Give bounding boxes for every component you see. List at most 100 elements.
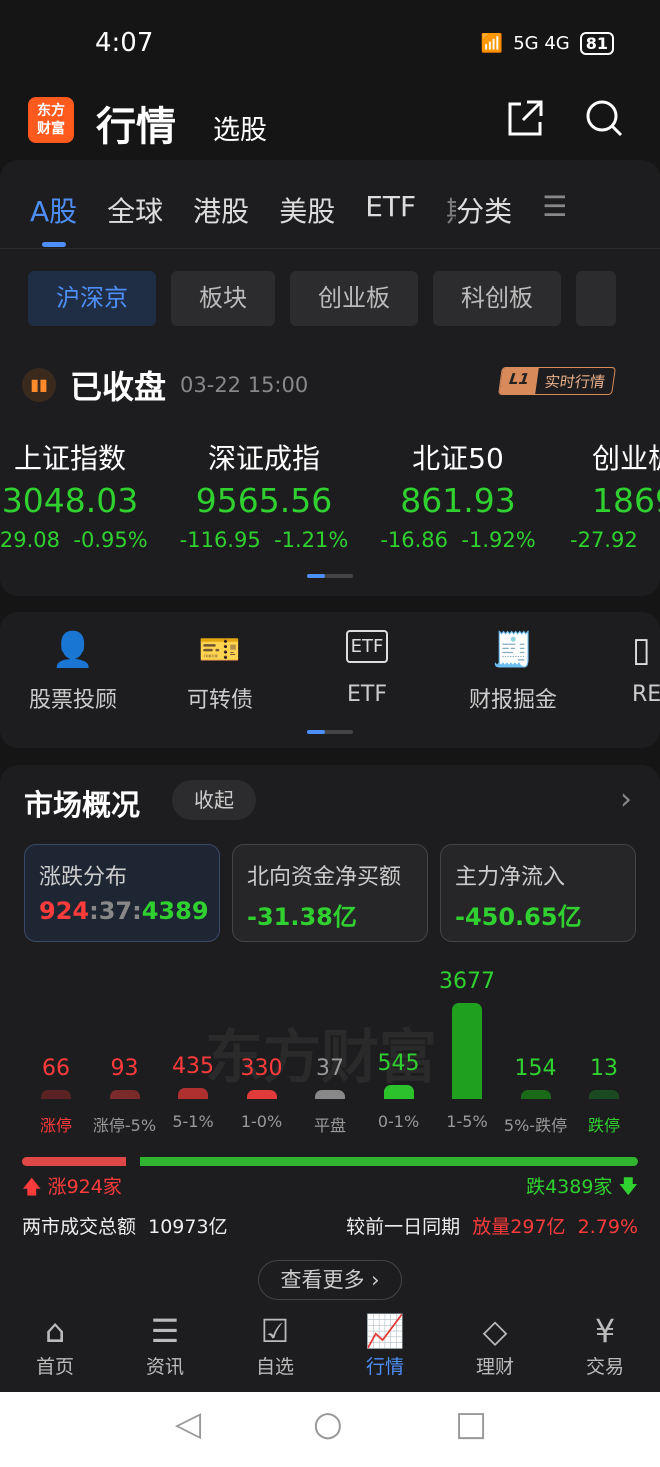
tool-etf[interactable]: ETF ETF [297, 630, 437, 707]
realtime-badge[interactable]: L1 实时行情 [498, 367, 616, 395]
status-label: 已收盘 [70, 368, 167, 406]
tool-convertible[interactable]: 🎫 可转债 [150, 630, 290, 714]
nav-watchlist[interactable]: ☑ 自选 [220, 1300, 330, 1392]
active-tab-indicator [42, 242, 66, 247]
nav-news[interactable]: ☰ 资讯 [110, 1300, 220, 1392]
stat-northbound[interactable]: 北向资金净买额 -31.38亿 [232, 844, 428, 942]
diamond-icon: ◇ [482, 1312, 508, 1350]
news-icon: ☰ [150, 1312, 180, 1350]
up-count: 🡅 涨924家 [22, 1176, 122, 1198]
stock-picker-link[interactable]: 选股 [213, 108, 267, 147]
nav-market[interactable]: 📈 行情 [330, 1300, 440, 1392]
tool-reits[interactable]: ▯ RE [590, 630, 660, 707]
advisor-icon: 👤 [51, 630, 95, 670]
share-icon[interactable] [505, 98, 545, 138]
chip-chinext[interactable]: 创业板 [290, 271, 418, 326]
bar-value: 545 [377, 1050, 420, 1076]
index-value: 3048.03 [1, 481, 139, 520]
stat-main-inflow[interactable]: 主力净流入 -450.65亿 [440, 844, 636, 942]
sub-tabs: 沪深京 板块 创业板 科创板 [28, 271, 616, 326]
chip-hushenjing[interactable]: 沪深京 [28, 271, 156, 326]
status-bar: 4:07 📶 5G 4G 81 [0, 28, 660, 62]
index-item[interactable]: 深证成指 9565.56 -116.95 -1.21% [164, 437, 364, 552]
carousel-pager [307, 574, 353, 578]
see-more-button[interactable]: 查看更多 › [258, 1260, 402, 1300]
badge-level: L1 [499, 368, 539, 394]
battery-icon: 81 [579, 32, 614, 55]
index-change: -116.95 -1.21% [179, 528, 349, 552]
chip-more[interactable] [576, 271, 616, 326]
page-title: 行情 [96, 104, 176, 150]
menu-icon[interactable]: ☰ [542, 190, 567, 230]
bar-7 [520, 1090, 551, 1099]
index-change: -27.92 [570, 528, 638, 552]
tab-futures[interactable]: 期 [446, 190, 456, 230]
status-icons: 📶 5G 4G 81 [481, 32, 614, 55]
chip-star[interactable]: 科创板 [433, 271, 561, 326]
index-name: 北证50 [412, 442, 504, 475]
index-item[interactable]: 上证指数 3048.03 -29.08 -0.95% [0, 437, 170, 552]
bar-label: 跌停 [587, 1116, 620, 1135]
tool-advisor[interactable]: 👤 股票投顾 [3, 630, 143, 714]
market-tabs: A股 全球 港股 美股 ETF 期 分类 ☰ [30, 190, 567, 230]
bar-8 [589, 1090, 619, 1099]
watchlist-icon: ☑ [260, 1312, 290, 1350]
report-icon: 🧾 [491, 630, 535, 670]
recents-icon[interactable]: □ [455, 1404, 487, 1444]
tab-etf[interactable]: ETF [365, 190, 416, 230]
bar-1 [109, 1090, 140, 1099]
system-nav: ◁ ○ □ [0, 1392, 660, 1467]
bar-6 [452, 1003, 482, 1099]
tab-hk[interactable]: 港股 [193, 190, 249, 230]
index-name: 创业板 [592, 442, 660, 475]
collapse-button[interactable]: 收起 [172, 780, 256, 820]
section-title: 市场概况 [24, 788, 141, 822]
tab-us[interactable]: 美股 [279, 190, 335, 230]
reits-icon: ▯ [632, 630, 651, 670]
index-value: 9565.56 [195, 481, 333, 520]
index-item[interactable]: 北证50 861.93 -16.86 -1.92% [358, 437, 558, 552]
tab-category[interactable]: 分类 [456, 190, 512, 230]
search-icon[interactable] [584, 98, 624, 138]
home-icon: ⌂ [44, 1312, 66, 1350]
tab-global[interactable]: 全球 [107, 190, 163, 230]
up-ratio-bar [22, 1157, 126, 1166]
tool-earnings[interactable]: 🧾 财报掘金 [443, 630, 583, 714]
chevron-right-icon[interactable]: › [620, 782, 632, 817]
bottom-nav: ⌂ 首页 ☰ 资讯 ☑ 自选 📈 行情 ◇ 理财 ¥ 交易 [0, 1300, 660, 1392]
clock: 4:07 [95, 28, 154, 58]
index-name: 深证成指 [207, 442, 320, 475]
down-count: 跌4389家 🡇 [526, 1176, 638, 1198]
etf-icon: ETF [297, 630, 437, 682]
chip-sector[interactable]: 板块 [171, 271, 275, 326]
app-logo: 东方 财富 [28, 97, 74, 143]
yen-icon: ¥ [594, 1312, 616, 1350]
tab-a-shares[interactable]: A股 [30, 190, 77, 230]
tools-pager [307, 730, 353, 734]
bar-4 [315, 1090, 345, 1099]
index-item[interactable]: 创业板 1869 -27.92 [560, 437, 660, 552]
nav-home[interactable]: ⌂ 首页 [0, 1300, 110, 1392]
market-status: ▮▮ 已收盘 03-22 15:00 [22, 362, 308, 408]
badge-text: 实时行情 [543, 373, 607, 391]
turnover: 两市成交总额 10973亿 [22, 1216, 228, 1238]
back-icon[interactable]: ◁ [175, 1404, 201, 1444]
index-change: -29.08 -0.95% [0, 528, 148, 552]
down-ratio-bar [140, 1157, 638, 1166]
status-time: 03-22 15:00 [180, 373, 309, 397]
bar-3 [246, 1090, 277, 1099]
chart-icon: 📈 [365, 1312, 405, 1350]
bar-value: 13 [590, 1056, 618, 1081]
nav-trade[interactable]: ¥ 交易 [550, 1300, 660, 1392]
wifi-icon: 📶 [480, 33, 504, 54]
index-value: 861.93 [400, 481, 516, 520]
bar-5 [383, 1084, 414, 1099]
index-name: 上证指数 [13, 442, 126, 475]
index-value: 1869 [592, 481, 660, 520]
nav-wealth[interactable]: ◇ 理财 [440, 1300, 550, 1392]
ticket-icon: 🎫 [198, 630, 242, 670]
divider [0, 248, 660, 249]
home-button-icon[interactable]: ○ [313, 1404, 343, 1444]
stat-distribution[interactable]: 涨跌分布 924:37:4389 [24, 844, 220, 942]
turnover-compare: 较前一日同期 放量297亿 2.79% [346, 1216, 638, 1238]
